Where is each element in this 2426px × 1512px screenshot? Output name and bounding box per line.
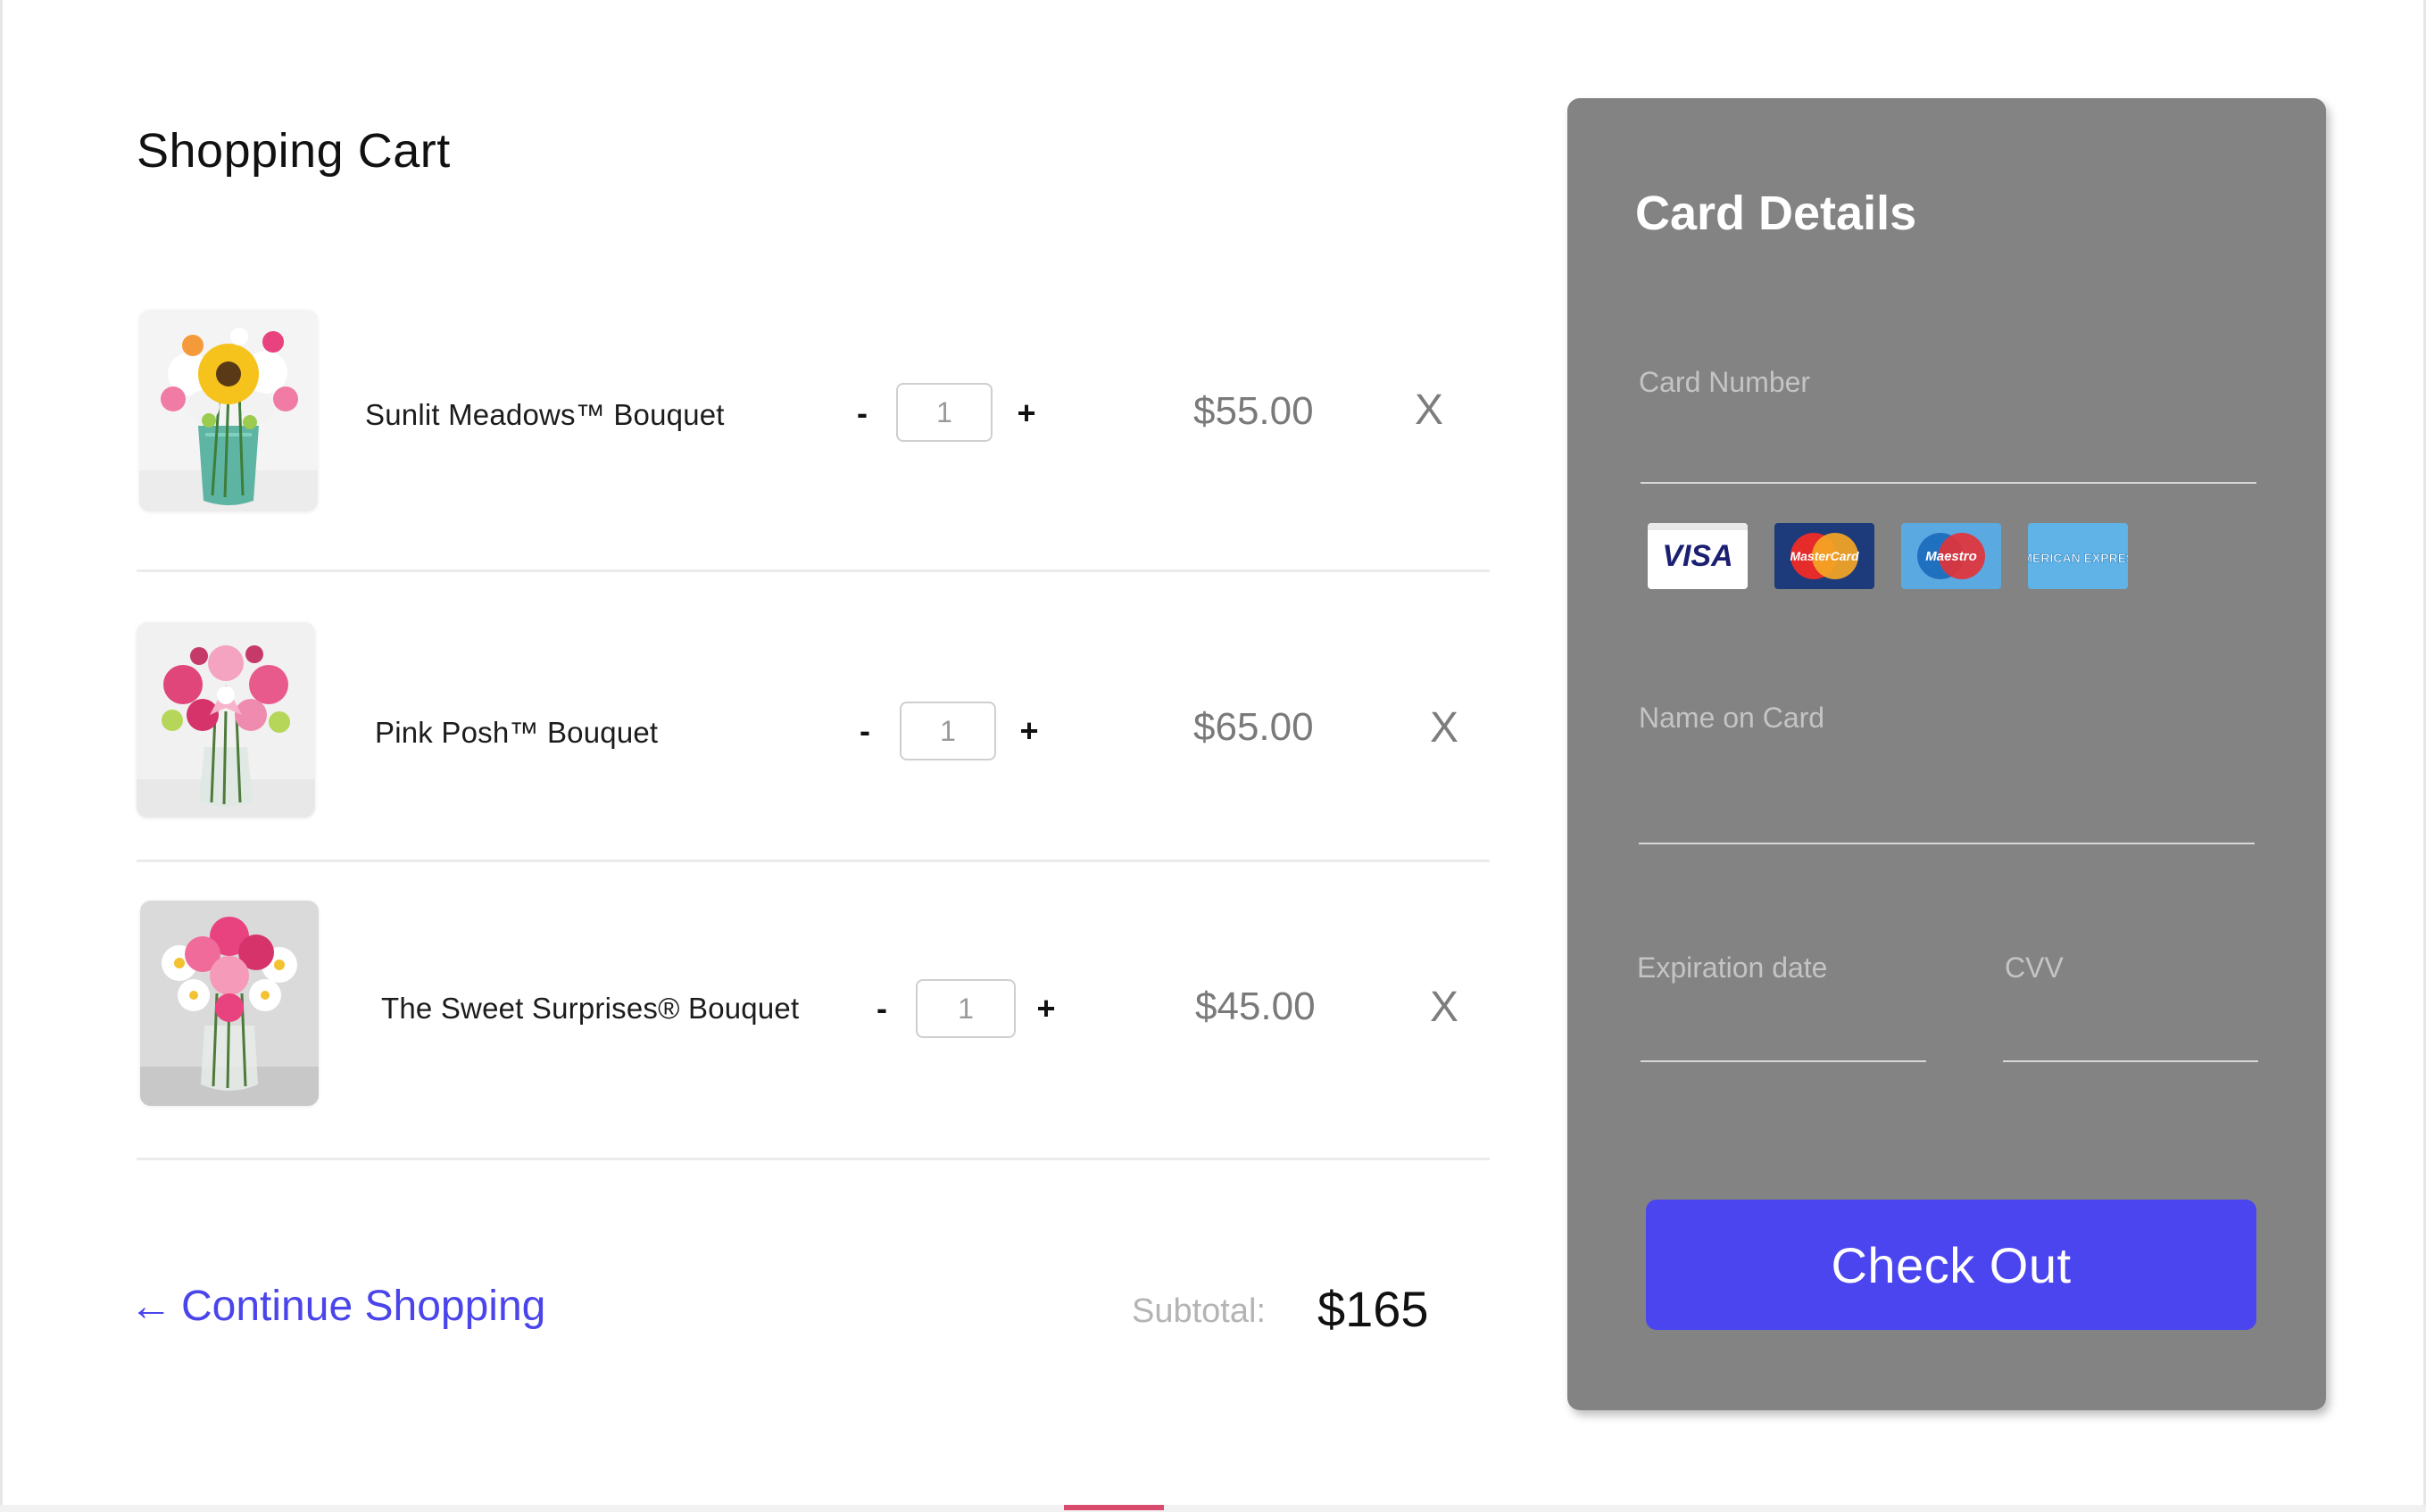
bottom-strip [0, 1505, 2426, 1512]
bouquet-image [140, 901, 319, 1106]
continue-shopping-label: Continue Shopping [181, 1283, 546, 1330]
card-number-label: Card Number [1639, 366, 1811, 398]
increase-quantity-button[interactable]: + [1033, 990, 1059, 1027]
svg-text:MasterCard: MasterCard [1790, 549, 1858, 563]
svg-text:AMERICAN EXPRESS: AMERICAN EXPRESS [2028, 551, 2128, 565]
bottom-accent-bar [1064, 1505, 1164, 1510]
continue-shopping-link[interactable]: ← Continue Shopping [129, 1282, 545, 1331]
card-number-input[interactable] [1641, 437, 2256, 484]
subtotal-value: $165 [1317, 1281, 1429, 1337]
mastercard-icon: MasterCard [1774, 523, 1874, 589]
cart-item-row: The Sweet Surprises® Bouquet - + $45.00 … [137, 860, 1490, 1160]
american-express-icon: AMERICAN EXPRESS [2028, 523, 2128, 589]
remove-item-button[interactable]: X [1415, 386, 1443, 435]
maestro-icon: Maestro [1901, 523, 2001, 589]
bouquet-image [137, 622, 315, 818]
cart-item-row: Pink Posh™ Bouquet - + $65.00 X [137, 569, 1490, 862]
decrease-quantity-button[interactable]: - [849, 395, 876, 432]
cvv-label: CVV [2005, 951, 2064, 984]
name-on-card-label: Name on Card [1639, 702, 1825, 734]
checkout-button[interactable]: Check Out [1646, 1200, 2256, 1330]
subtotal-label: Subtotal: [1132, 1292, 1266, 1330]
item-price: $45.00 [1195, 984, 1316, 1028]
product-image-sunlit-meadows[interactable] [139, 310, 318, 511]
card-details-title: Card Details [1635, 187, 1917, 240]
expiration-date-input[interactable] [1641, 1016, 1926, 1062]
arrow-left-icon: ← [129, 1283, 172, 1330]
cvv-input[interactable] [2003, 1016, 2258, 1062]
quantity-input[interactable] [900, 702, 996, 760]
visa-icon: VISA [1648, 523, 1748, 589]
remove-item-button[interactable]: X [1430, 983, 1458, 1032]
decrease-quantity-button[interactable]: - [852, 712, 878, 750]
quantity-input[interactable] [896, 383, 993, 442]
svg-text:Maestro: Maestro [1925, 549, 1977, 564]
cart-item-row: Sunlit Meadows™ Bouquet - + $55.00 X [137, 307, 1490, 572]
card-details-panel: Card Details Card Number VISA MasterCard [1567, 98, 2326, 1410]
svg-text:VISA: VISA [1662, 539, 1732, 573]
bouquet-image [139, 310, 318, 511]
item-name[interactable]: Pink Posh™ Bouquet [375, 716, 658, 750]
remove-item-button[interactable]: X [1430, 703, 1458, 752]
item-price: $65.00 [1193, 705, 1314, 749]
page-title: Shopping Cart [137, 124, 451, 178]
name-on-card-input[interactable] [1639, 798, 2255, 844]
decrease-quantity-button[interactable]: - [868, 990, 895, 1027]
product-image-pink-posh[interactable] [137, 622, 315, 818]
increase-quantity-button[interactable]: + [1016, 712, 1043, 750]
item-name[interactable]: The Sweet Surprises® Bouquet [381, 992, 799, 1026]
increase-quantity-button[interactable]: + [1013, 395, 1040, 432]
item-name[interactable]: Sunlit Meadows™ Bouquet [365, 398, 725, 432]
expiration-date-label: Expiration date [1637, 951, 1828, 984]
item-price: $55.00 [1193, 389, 1314, 433]
quantity-input[interactable] [916, 979, 1016, 1038]
product-image-sweet-surprises[interactable] [140, 901, 319, 1106]
